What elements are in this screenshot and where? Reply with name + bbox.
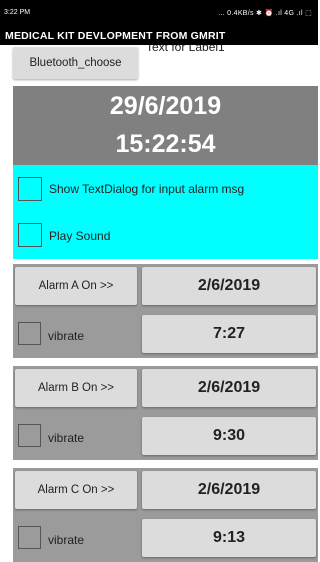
label1: Text for Label1 bbox=[146, 45, 296, 59]
current-date: 29/6/2019 bbox=[109, 92, 222, 120]
status-indicators: ... 0.4KB/s ✱ ⏰ .ıl 4G .ıl ⬚ bbox=[218, 10, 312, 17]
alarm-a-vibrate-checkbox[interactable] bbox=[18, 322, 41, 345]
play-sound-label: Play Sound bbox=[49, 229, 111, 243]
header-area: Bluetooth_choose Text for Label1 bbox=[0, 45, 318, 85]
app-bar: MEDICAL KIT DEVLOPMENT FROM GMRIT bbox=[0, 25, 318, 45]
datetime-display: 29/6/2019 15:22:54 bbox=[13, 86, 318, 165]
alarm-c-date-button[interactable]: 2/6/2019 bbox=[142, 471, 316, 509]
alarm-b-vibrate-label: vibrate bbox=[48, 431, 85, 445]
alarm-b-date-button[interactable]: 2/6/2019 bbox=[142, 369, 316, 407]
play-sound-checkbox[interactable] bbox=[18, 223, 42, 247]
label1-text: Text for Label1 bbox=[146, 45, 225, 54]
alarm-c-vibrate-label: vibrate bbox=[48, 533, 85, 547]
alarm-c-panel: Alarm C On >> 2/6/2019 vibrate 9:13 bbox=[13, 468, 318, 562]
alarm-a-date-button[interactable]: 2/6/2019 bbox=[142, 267, 316, 305]
alarm-a-toggle-button[interactable]: Alarm A On >> bbox=[15, 267, 137, 305]
alarm-a-panel: Alarm A On >> 2/6/2019 vibrate 7:27 bbox=[13, 264, 318, 358]
alarm-a-vibrate-label: vibrate bbox=[48, 329, 85, 343]
alarm-b-time-button[interactable]: 9:30 bbox=[142, 417, 316, 455]
show-textdialog-checkbox[interactable] bbox=[18, 177, 42, 201]
alarm-a-time-button[interactable]: 7:27 bbox=[142, 315, 316, 353]
bluetooth-choose-button[interactable]: Bluetooth_choose bbox=[13, 47, 138, 79]
status-time: 3:22 PM bbox=[4, 9, 31, 16]
status-bar: 3:22 PM ... 0.4KB/s ✱ ⏰ .ıl 4G .ıl ⬚ bbox=[0, 0, 318, 25]
app-title: MEDICAL KIT DEVLOPMENT FROM GMRIT bbox=[5, 30, 226, 42]
alarm-b-vibrate-checkbox[interactable] bbox=[18, 424, 41, 447]
options-panel: Show TextDialog for input alarm msg Play… bbox=[13, 165, 318, 259]
alarm-b-toggle-button[interactable]: Alarm B On >> bbox=[15, 369, 137, 407]
alarm-c-time-button[interactable]: 9:13 bbox=[142, 519, 316, 557]
alarm-c-toggle-button[interactable]: Alarm C On >> bbox=[15, 471, 137, 509]
show-textdialog-label: Show TextDialog for input alarm msg bbox=[49, 182, 245, 196]
current-time: 15:22:54 bbox=[115, 130, 216, 158]
alarm-b-panel: Alarm B On >> 2/6/2019 vibrate 9:30 bbox=[13, 366, 318, 460]
alarm-c-vibrate-checkbox[interactable] bbox=[18, 526, 41, 549]
